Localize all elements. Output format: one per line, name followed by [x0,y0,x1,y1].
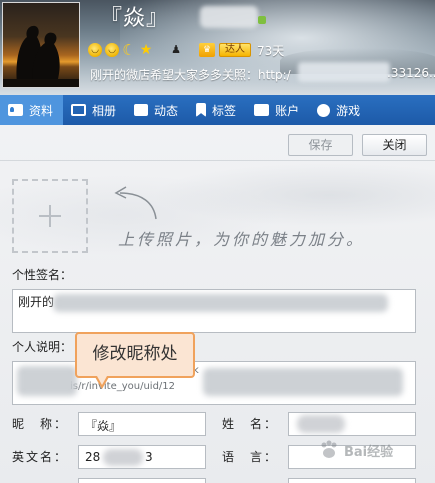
redacted-area [297,415,345,433]
language-label: 语 言： [222,450,279,464]
nickname-label: 昵 称： [12,417,69,431]
redacted-area [298,62,390,82]
tab-games[interactable]: 游戏 [309,95,370,125]
profile-icon [8,104,23,116]
tab-album[interactable]: 相册 [63,95,126,125]
curved-arrow-icon [114,186,157,220]
game-icon [317,103,331,117]
tab-label: 账户 [275,103,300,118]
description-label: 个人说明： [12,340,73,354]
english-name-value-end: 3 [145,450,153,464]
watermark: Bai经验 [318,432,393,468]
moon-icon[interactable]: ☾ [122,43,136,58]
avatar[interactable] [2,2,80,88]
level-badges: ◡ ◡ ☾ ★ ♟ ♛ 达人 73天 [88,41,284,59]
next-row-input[interactable] [288,478,416,483]
next-row-input[interactable] [78,478,206,483]
upload-hint: 上传照片，为你的魅力加分。 [118,230,366,249]
edit-icon[interactable] [258,16,266,24]
close-button[interactable]: 关闭 [362,134,427,156]
redacted-area [200,6,258,28]
tag-icon [196,103,207,117]
album-icon [71,104,87,116]
nickname-input[interactable]: 『焱』 [78,412,206,436]
tab-bar: 资料 相册 动态 标签 账户 游戏 [0,95,435,125]
nickname-title[interactable]: 『焱』 [100,0,169,32]
english-name-label: 英文名： [12,450,69,464]
signature-field[interactable]: 刚开的 [12,289,416,333]
star-icon[interactable]: ★ [139,43,153,57]
description-field[interactable]: h k is/r/invite_you/uid/12 [12,361,416,405]
redacted-area [17,366,77,396]
divider [0,160,435,161]
tab-label: 动态 [154,103,179,118]
description-line-2: is/r/invite_you/uid/12 [70,381,176,392]
english-name-input[interactable]: 28 3 [78,445,206,469]
account-icon [254,104,270,116]
tooltip-callout: 修改昵称处 [75,332,195,378]
tab-label: 相册 [92,103,117,118]
profile-edit-panel: 保存 关闭 上传照片，为你的魅力加分。 个性签名： 刚开的 个人说明： h k … [0,125,435,483]
daren-badge[interactable]: 达人 [219,43,251,57]
vip-icon[interactable]: ♛ [199,43,215,57]
signature-value: 刚开的 [18,295,55,309]
redacted-area [53,294,388,312]
tab-tags[interactable]: 标签 [188,95,246,125]
tab-profile[interactable]: 资料 [0,95,64,125]
tab-account[interactable]: 账户 [246,95,309,125]
tab-label: 游戏 [336,103,361,118]
watermark-text: Bai经验 [344,444,394,460]
qq-penguin-icon[interactable]: ♟ [170,43,182,57]
tooltip-tail-inner [97,376,107,385]
paw-icon [321,440,337,458]
name-label: 姓 名： [222,417,279,431]
signature-label: 个性签名： [12,268,73,282]
feed-icon [134,104,149,116]
save-button[interactable]: 保存 [288,134,353,156]
tab-label: 标签 [212,103,237,118]
redacted-area [103,449,143,466]
plus-icon [39,205,61,227]
photo-upload-box[interactable] [12,179,88,253]
signature-preview-end: .33126... [387,66,435,80]
tab-label: 资料 [29,103,54,118]
profile-header: 『焱』 ◡ ◡ ☾ ★ ♟ ♛ 达人 73天 刚开的微店希望大家多多关照：htt… [0,0,435,95]
sun-icon[interactable]: ◡ [88,43,102,57]
active-days: 73天 [257,43,285,58]
tab-feed[interactable]: 动态 [126,95,188,125]
english-name-value: 28 [85,450,101,464]
sun-icon[interactable]: ◡ [105,43,119,57]
redacted-area [203,368,403,396]
